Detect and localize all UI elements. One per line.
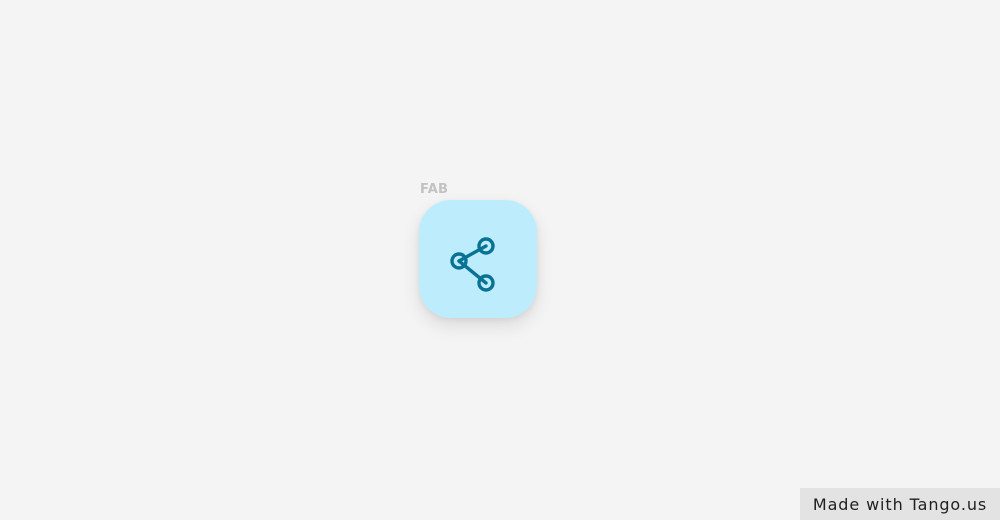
share-fab-button[interactable] [419, 200, 537, 318]
tango-watermark[interactable]: Made with Tango.us [800, 488, 1000, 520]
share-icon [442, 223, 514, 295]
fab-label: FAB [420, 182, 449, 197]
